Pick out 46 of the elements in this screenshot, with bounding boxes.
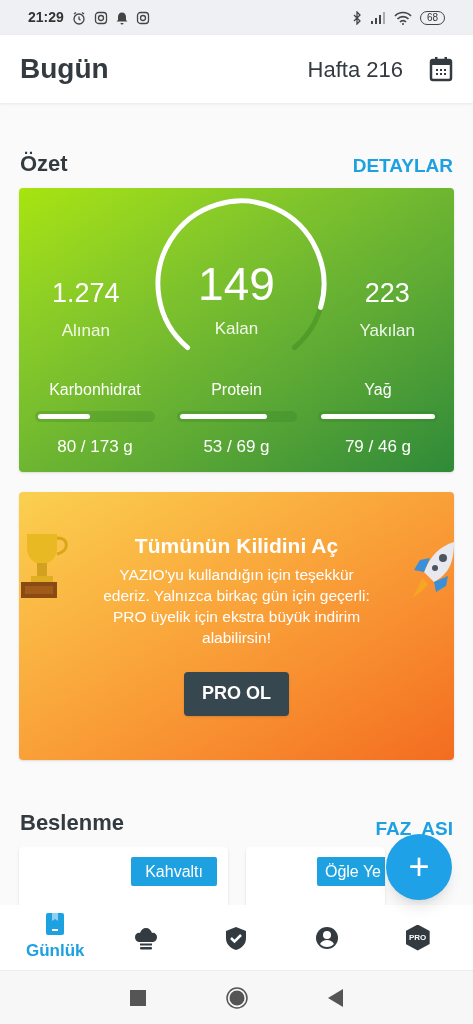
rocket-icon [410, 542, 454, 600]
summary-card[interactable]: 1.274 Alınan 149 Kalan 223 Yakılan Karbonhidrat 80 / 173 g Protein 53 / 69 g Yağ 79 / 46 g [19, 188, 454, 472]
page-title: Bugün [20, 52, 109, 86]
camera-icon [135, 10, 150, 25]
meal-label: Kahvaltı [131, 857, 217, 886]
eaten-label: Alınan [61, 319, 110, 342]
macro-amount: 53 / 69 g [203, 436, 270, 458]
macro-amount: 79 / 46 g [344, 436, 412, 458]
macro-label: Protein [211, 380, 262, 400]
camera-icon [93, 10, 108, 25]
remaining-label: Kalan [214, 318, 259, 340]
bell-icon [115, 10, 128, 25]
promo-text: YAZIO'yu kullandığın için teşekkür ederiz. Yalnızca birkaç gün için geçerli: PRO üyelik için ekstra büyük indirim alabilirsin! [102, 564, 371, 648]
user-icon [315, 925, 340, 950]
calendar-icon[interactable] [429, 56, 453, 82]
home-nav-icon[interactable] [225, 986, 248, 1009]
details-link[interactable]: DETAYLAR [352, 151, 453, 180]
square-nav-icon[interactable] [129, 989, 146, 1006]
pro-badge: PRO [405, 924, 430, 951]
bluetooth-icon [351, 10, 362, 25]
week-label: Hafta 216 [307, 55, 403, 84]
eaten-value: 1.274 [52, 277, 120, 310]
macro-label: Karbonhidrat [49, 380, 141, 400]
section-title: Özet [20, 150, 68, 178]
shield-check-icon [224, 925, 249, 950]
macro-amount: 80 / 173 g [57, 436, 133, 458]
burned-value: 223 [364, 277, 410, 310]
chef-hat-icon [133, 925, 158, 950]
nav-tab[interactable]: PRO [377, 907, 458, 968]
add-button[interactable]: + [386, 834, 452, 900]
meal-label: Öğle Ye [316, 857, 385, 886]
status-time: 21:29 [28, 8, 64, 27]
wifi-icon [393, 10, 412, 25]
back-nav-icon[interactable] [327, 988, 344, 1007]
pro-button[interactable]: PRO OL [184, 671, 289, 716]
meal-card[interactable]: Kahvaltı [19, 847, 228, 905]
macro-label: Yağ [364, 380, 392, 400]
nav-label: Günlük [26, 939, 85, 962]
remaining-value: 149 [198, 260, 275, 308]
nav-tab[interactable]: Günlük [15, 907, 96, 968]
burned-label: Yakılan [359, 319, 415, 342]
promo-title: Tümünün Kilidini Aç [134, 533, 339, 559]
alarm-clock-icon [71, 10, 86, 25]
meal-card[interactable]: Öğle Ye [246, 847, 385, 905]
section-title: Beslenme [20, 809, 124, 837]
signal-icon [369, 11, 386, 24]
